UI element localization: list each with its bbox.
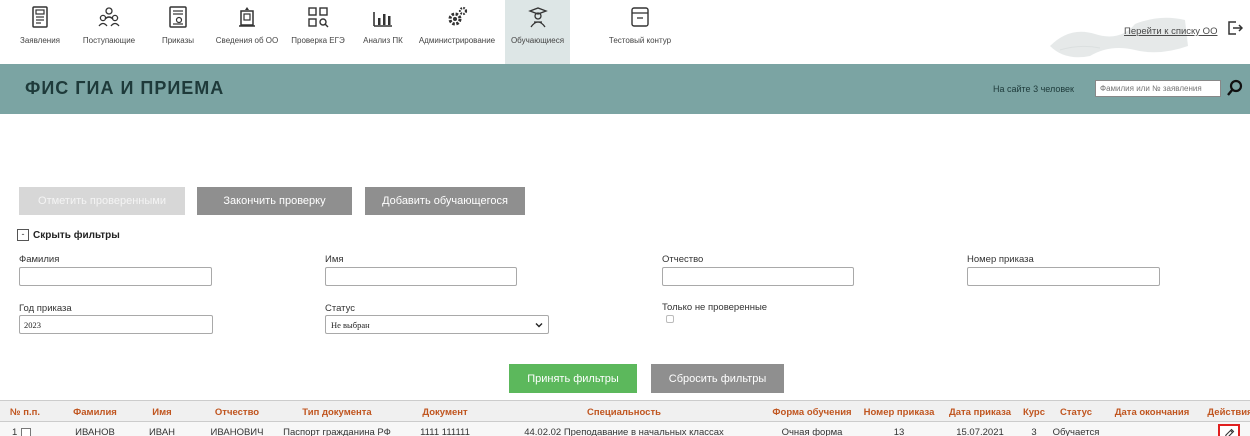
patronymic-field[interactable]	[662, 267, 854, 286]
applications-icon	[32, 6, 48, 28]
cell-document: 1111 111111	[420, 427, 470, 436]
cell-doc-type: Паспорт гражданина РФ	[283, 427, 391, 436]
nav-item-applications[interactable]: Заявления	[20, 0, 60, 64]
cell-surname: ИВАНОВ	[75, 427, 115, 436]
nav-label: Сведения об ОО	[215, 36, 279, 45]
unchecked-only-checkbox[interactable]	[666, 315, 674, 323]
chevron-down-icon	[535, 323, 543, 328]
add-student-button[interactable]: Добавить обучающегося	[365, 187, 525, 215]
nav-item-applicants[interactable]: Поступающие	[70, 0, 148, 64]
nav-label: Приказы	[161, 36, 195, 45]
row-checkbox[interactable]	[21, 427, 32, 436]
nav-item-analysis[interactable]: Анализ ПК	[358, 0, 408, 64]
cell-name: ИВАН	[148, 427, 176, 436]
status-select-value: Не выбран	[331, 319, 370, 330]
apply-filters-button[interactable]: Принять фильтры	[509, 364, 637, 393]
orders-icon	[169, 6, 187, 28]
cell-status: Обучается	[1052, 427, 1100, 436]
nav-item-orders[interactable]: Приказы	[160, 0, 196, 64]
students-icon	[527, 7, 548, 28]
col-header-surname[interactable]: Фамилия	[73, 407, 117, 418]
col-header-order-number[interactable]: Номер приказа	[864, 407, 935, 418]
exam-check-icon	[308, 7, 329, 28]
nav-item-org-info[interactable]: Сведения об ОО	[213, 0, 281, 64]
table-header: № п.п. Фамилия Имя Отчество Тип документ…	[0, 400, 1250, 422]
row-num-cell: 1	[12, 427, 32, 436]
top-navbar: Заявления Поступающие Приказы Сведения о…	[0, 0, 1250, 64]
cell-study-form: Очная форма	[781, 427, 843, 436]
test-contour-icon	[631, 7, 649, 27]
admin-gear-icon	[448, 6, 468, 26]
org-list-link[interactable]: Перейти к списку ОО	[1124, 26, 1217, 37]
col-header-order-date[interactable]: Дата приказа	[949, 407, 1011, 418]
nav-label: Заявления	[20, 36, 61, 45]
search-input[interactable]	[1095, 80, 1221, 97]
nav-label: Поступающие	[82, 36, 136, 45]
nav-item-exam-check[interactable]: Проверка ЕГЭ	[287, 0, 349, 64]
name-field[interactable]	[325, 267, 517, 286]
online-counter: На сайте 3 человек	[993, 84, 1074, 94]
page-header: ФИС ГИА И ПРИЕМА На сайте 3 человек	[0, 64, 1250, 114]
patronymic-label: Отчество	[662, 254, 704, 265]
name-label: Имя	[325, 254, 344, 265]
nav-label: Тестовый контур	[608, 36, 672, 45]
nav-label: Анализ ПК	[363, 36, 403, 45]
nav-label: Проверка ЕГЭ	[291, 36, 345, 45]
surname-field[interactable]	[19, 267, 212, 286]
edit-button[interactable]	[1218, 424, 1240, 436]
order-number-field[interactable]	[967, 267, 1160, 286]
unchecked-only-label: Только не проверенные	[662, 302, 768, 313]
col-header-specialty[interactable]: Специальность	[587, 407, 661, 418]
col-header-num: № п.п.	[10, 407, 40, 418]
col-header-actions: Действия	[1207, 407, 1250, 418]
pencil-icon	[1225, 428, 1235, 436]
cell-order-date: 15.07.2021	[956, 427, 1004, 436]
col-header-end-date[interactable]: Дата окончания	[1115, 407, 1190, 418]
order-year-field[interactable]	[19, 315, 213, 334]
page-title: ФИС ГИА И ПРИЕМА	[25, 78, 225, 98]
col-header-patronymic[interactable]: Отчество	[215, 407, 259, 418]
applicants-icon	[98, 7, 120, 27]
col-header-doc-type[interactable]: Тип документа	[302, 407, 371, 418]
col-header-status[interactable]: Статус	[1060, 407, 1092, 418]
table-row[interactable]: 1 ИВАНОВ ИВАН ИВАНОВИЧ Паспорт гражданин…	[0, 422, 1250, 436]
cell-order-number: 13	[893, 427, 905, 436]
surname-label: Фамилия	[19, 254, 60, 265]
finish-check-button[interactable]: Закончить проверку	[197, 187, 352, 215]
nav-item-admin[interactable]: Администрирование	[414, 0, 500, 64]
hide-filters-label: Скрыть фильтры	[33, 229, 120, 241]
order-number-label: Номер приказа	[967, 254, 1034, 265]
row-number: 1	[12, 427, 18, 436]
mark-checked-button[interactable]: Отметить проверенными	[19, 187, 185, 215]
order-year-label: Год приказа	[19, 303, 72, 314]
org-info-icon	[239, 7, 255, 27]
logout-icon[interactable]	[1227, 20, 1243, 36]
nav-item-students[interactable]: Обучающиеся	[505, 0, 570, 64]
reset-filters-button[interactable]: Сбросить фильтры	[651, 364, 784, 393]
col-header-study-form[interactable]: Форма обучения	[772, 407, 851, 418]
nav-item-test-contour[interactable]: Тестовый контур	[600, 0, 680, 64]
search-icon[interactable]	[1226, 78, 1244, 98]
cell-course: 3	[1031, 427, 1037, 436]
col-header-name[interactable]: Имя	[152, 407, 171, 418]
col-header-course[interactable]: Курс	[1023, 407, 1045, 418]
nav-label: Администрирование	[418, 36, 496, 45]
cell-specialty: 44.02.02 Преподавание в начальных класса…	[524, 427, 724, 436]
collapse-icon: -	[17, 229, 29, 241]
col-header-document[interactable]: Документ	[422, 407, 467, 418]
hide-filters-toggle[interactable]: - Скрыть фильтры	[17, 229, 120, 241]
nav-label: Обучающиеся	[510, 36, 565, 45]
cell-patronymic: ИВАНОВИЧ	[210, 427, 264, 436]
status-select[interactable]: Не выбран	[325, 315, 549, 334]
status-label: Статус	[325, 303, 356, 314]
analysis-icon	[373, 12, 392, 27]
